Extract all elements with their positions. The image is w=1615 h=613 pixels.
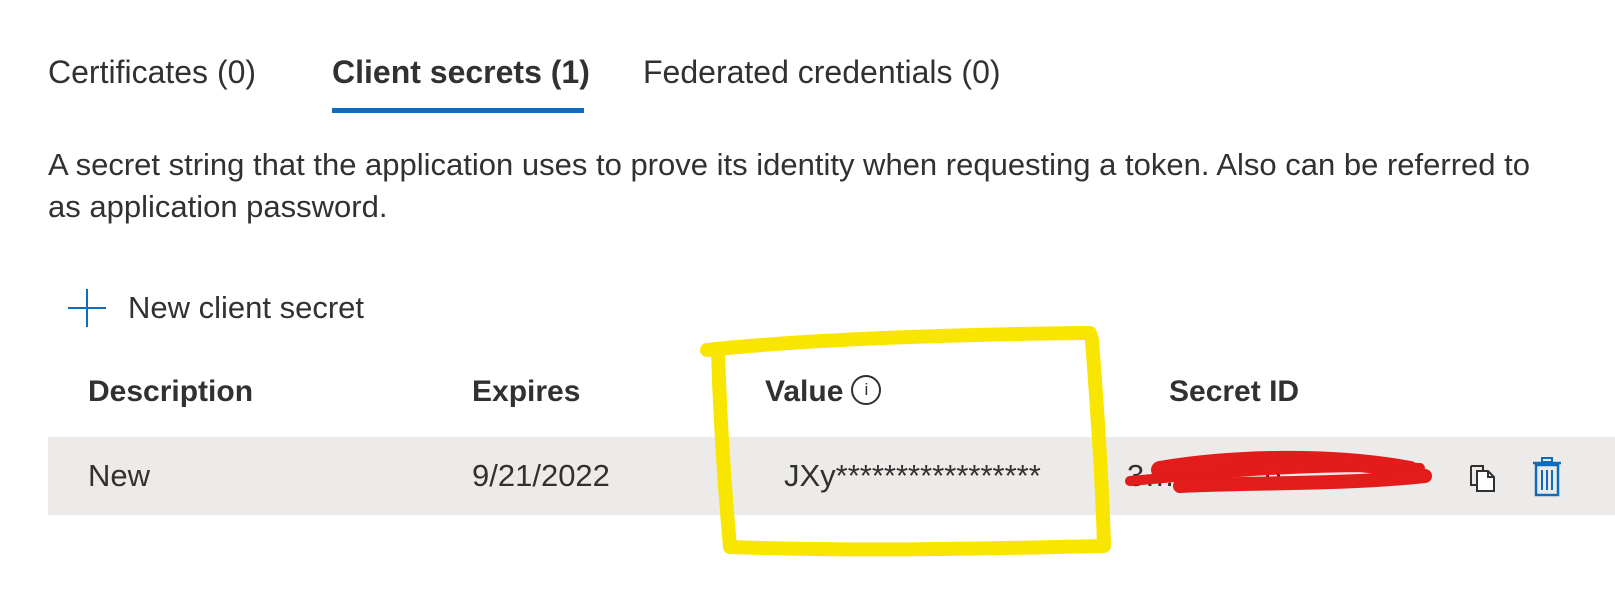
tab-federated-credentials[interactable]: Federated credentials (0) bbox=[643, 52, 1001, 92]
client-secrets-page: Certificates (0) Client secrets (1) Fede… bbox=[0, 0, 1615, 613]
client-secret-description: A secret string that the application use… bbox=[48, 144, 1615, 228]
new-client-secret-button[interactable]: New client secret bbox=[68, 286, 364, 330]
tab-client-secrets[interactable]: Client secrets (1) bbox=[332, 52, 590, 92]
new-client-secret-label: New client secret bbox=[128, 290, 365, 325]
column-header-secret-id[interactable]: Secret ID bbox=[1169, 372, 1299, 412]
delete-icon[interactable] bbox=[1532, 457, 1562, 497]
column-header-value-label: Value bbox=[765, 375, 844, 408]
copy-icon[interactable] bbox=[1468, 463, 1496, 493]
description-line-2: as application password. bbox=[48, 189, 388, 224]
secret-value-cell: JXy***************** bbox=[784, 458, 1041, 493]
secret-description-cell: New bbox=[88, 458, 151, 493]
info-icon[interactable]: i bbox=[851, 375, 882, 406]
table-row[interactable]: New 9/21/2022 JXy***************** 3…b…-… bbox=[48, 437, 1615, 515]
column-header-expires[interactable]: Expires bbox=[472, 372, 580, 412]
column-header-description[interactable]: Description bbox=[88, 372, 253, 412]
active-tab-indicator bbox=[332, 108, 584, 113]
description-line-1: A secret string that the application use… bbox=[48, 147, 1530, 182]
tab-certificates[interactable]: Certificates (0) bbox=[48, 52, 256, 92]
column-header-value[interactable]: Value i bbox=[765, 372, 882, 412]
secret-expires-cell: 9/21/2022 bbox=[472, 458, 610, 493]
plus-icon bbox=[68, 289, 106, 327]
secret-id-cell: 3…b…-…d… bbox=[1127, 458, 1314, 493]
